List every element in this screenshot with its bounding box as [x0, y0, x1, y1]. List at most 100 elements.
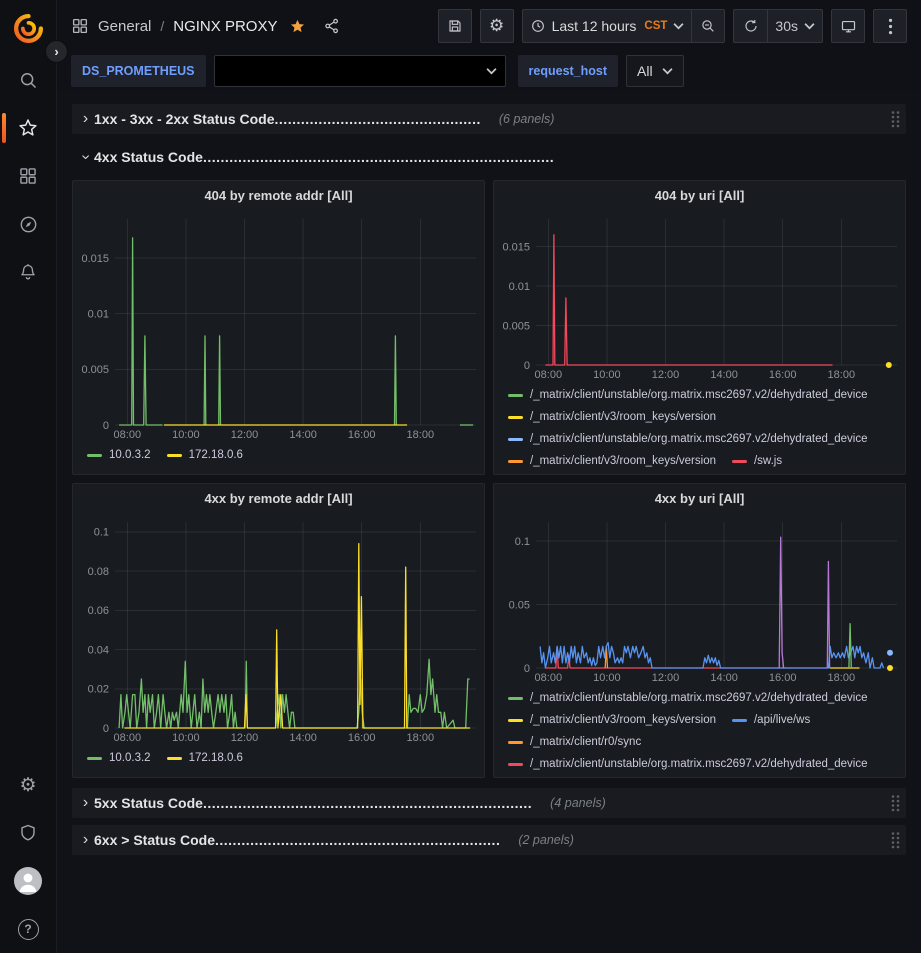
- variable-label-request-host: request_host: [518, 55, 619, 87]
- row-header-6xx[interactable]: › 6xx > Status Code ....................…: [72, 825, 906, 855]
- svg-text:0.08: 0.08: [88, 566, 109, 578]
- sidebar-item-configuration[interactable]: ⚙: [0, 761, 56, 809]
- legend-item[interactable]: /api/live/ws: [732, 709, 810, 731]
- sidebar-item-server-admin[interactable]: [0, 809, 56, 857]
- svg-text:16:00: 16:00: [769, 672, 797, 684]
- panel-4xx-by-remote-addr: 4xx by remote addr [All] 08:0010:0012:00…: [72, 483, 485, 778]
- clock-icon: [530, 18, 546, 34]
- panel-legend: 10.0.3.2 172.18.0.6: [73, 745, 484, 777]
- time-series-chart[interactable]: 08:0010:0012:0014:0016:0018:0000.0050.01…: [73, 209, 484, 442]
- timezone-label: CST: [644, 20, 667, 32]
- side-menu: ⚙ ?: [0, 0, 57, 953]
- variable-value-text: All: [637, 63, 653, 79]
- panel-title[interactable]: 4xx by remote addr [All]: [73, 484, 484, 512]
- row-panel-count: (4 panels): [550, 796, 606, 810]
- sidebar-item-search[interactable]: [0, 56, 56, 104]
- row-drag-handle[interactable]: [890, 831, 901, 849]
- svg-text:16:00: 16:00: [348, 429, 376, 441]
- chevron-down-icon: ›: [77, 149, 95, 166]
- row-header-5xx[interactable]: › 5xx Status Code ......................…: [72, 788, 906, 818]
- panel-title[interactable]: 4xx by uri [All]: [494, 484, 905, 512]
- time-range-picker[interactable]: Last 12 hours CST: [522, 9, 692, 43]
- legend-swatch: [508, 763, 523, 766]
- save-dashboard-button[interactable]: [438, 9, 472, 43]
- legend-swatch: [87, 454, 102, 457]
- panel-title[interactable]: 404 by uri [All]: [494, 181, 905, 209]
- legend-item[interactable]: /_matrix/client/v3/room_keys/version: [508, 450, 716, 472]
- chevron-down-icon: [662, 67, 673, 75]
- sidebar-item-help[interactable]: ?: [0, 905, 56, 953]
- legend-item[interactable]: 172.18.0.6: [167, 747, 243, 769]
- sidebar-item-starred[interactable]: [0, 104, 56, 152]
- legend-item[interactable]: 172.18.0.6: [167, 444, 243, 466]
- svg-text:12:00: 12:00: [231, 732, 259, 744]
- tv-mode-button[interactable]: [831, 9, 865, 43]
- chevron-right-icon: ›: [77, 794, 94, 812]
- variable-value-request-host[interactable]: All: [626, 55, 684, 87]
- legend-item[interactable]: 10.0.3.2: [87, 747, 151, 769]
- chevron-down-icon: [486, 67, 497, 75]
- row-panel-count: (2 panels): [518, 833, 574, 847]
- legend-item[interactable]: /_matrix/client/unstable/org.matrix.msc2…: [508, 753, 868, 775]
- legend-item[interactable]: /_matrix/client/v3/room_keys/version: [508, 406, 716, 428]
- shield-icon: [18, 823, 38, 843]
- legend-item[interactable]: 10.0.3.2: [87, 444, 151, 466]
- refresh-button[interactable]: [733, 9, 767, 43]
- svg-text:0.015: 0.015: [502, 241, 530, 253]
- legend-item[interactable]: /_matrix/client/unstable/org.matrix.msc2…: [508, 428, 868, 450]
- sidebar-item-profile[interactable]: [0, 857, 56, 905]
- row-title-dots: ........................................…: [215, 832, 500, 848]
- dashboard-body: › 1xx - 3xx - 2xx Status Code ..........…: [57, 90, 921, 855]
- refresh-interval-select[interactable]: 30s: [767, 9, 823, 43]
- chevron-down-icon: [673, 22, 684, 30]
- favorite-star-icon[interactable]: [289, 18, 306, 35]
- legend-label: /sw.js: [754, 455, 782, 467]
- legend-item[interactable]: /_matrix/client/unstable/org.matrix.msc2…: [508, 384, 868, 406]
- page-title[interactable]: NGINX PROXY: [173, 18, 277, 35]
- legend-label: /_matrix/client/unstable/org.matrix.msc2…: [530, 692, 868, 704]
- chevron-right-icon: ›: [77, 831, 94, 849]
- row-title-dots: ........................................…: [275, 111, 481, 127]
- svg-text:0.1: 0.1: [515, 536, 530, 548]
- panel-404-by-remote-addr: 404 by remote addr [All] 08:0010:0012:00…: [72, 180, 485, 475]
- sidebar-item-alerting[interactable]: [0, 248, 56, 296]
- chevron-down-icon: [804, 22, 815, 30]
- dashboard-settings-button[interactable]: ⚙: [480, 9, 514, 43]
- svg-text:0.04: 0.04: [88, 644, 109, 656]
- sidebar-item-explore[interactable]: [0, 200, 56, 248]
- refresh-icon: [743, 18, 759, 34]
- zoom-out-time-button[interactable]: [691, 9, 725, 43]
- help-icon: ?: [18, 919, 39, 940]
- panel-title[interactable]: 404 by remote addr [All]: [73, 181, 484, 209]
- row-drag-handle[interactable]: [890, 794, 901, 812]
- svg-text:14:00: 14:00: [710, 672, 738, 684]
- variable-value-ds-prometheus[interactable]: [214, 55, 506, 87]
- svg-text:10:00: 10:00: [593, 369, 621, 381]
- svg-text:14:00: 14:00: [289, 429, 317, 441]
- kebab-menu-button[interactable]: [873, 9, 907, 43]
- time-range-label: Last 12 hours: [552, 18, 637, 34]
- sidebar-item-dashboards[interactable]: [0, 152, 56, 200]
- panel-legend: /_matrix/client/unstable/org.matrix.msc2…: [494, 685, 905, 777]
- svg-text:0.01: 0.01: [509, 281, 530, 293]
- legend-label: /_matrix/client/v3/room_keys/version: [530, 714, 716, 726]
- row-drag-handle[interactable]: [890, 110, 901, 128]
- dashboards-grid-icon[interactable]: [71, 17, 89, 35]
- legend-label: /_matrix/client/r0/sync: [530, 736, 641, 748]
- time-series-chart[interactable]: 08:0010:0012:0014:0016:0018:0000.0050.01…: [494, 209, 905, 382]
- sidebar-expand-button[interactable]: ›: [45, 40, 68, 63]
- row-title: 4xx Status Code: [94, 149, 203, 165]
- legend-item[interactable]: /_matrix/client/r0/sync: [508, 731, 641, 753]
- breadcrumb-section[interactable]: General: [98, 18, 151, 35]
- legend-item[interactable]: /_matrix/client/v3/room_keys/version: [508, 709, 716, 731]
- time-series-chart[interactable]: 08:0010:0012:0014:0016:0018:0000.020.040…: [73, 512, 484, 745]
- panel-grid: 404 by remote addr [All] 08:0010:0012:00…: [72, 180, 906, 778]
- legend-item[interactable]: /_matrix/client/unstable/org.matrix.msc2…: [508, 687, 868, 709]
- row-header-1xx-3xx-2xx[interactable]: › 1xx - 3xx - 2xx Status Code ..........…: [72, 104, 906, 134]
- share-icon[interactable]: [323, 17, 341, 35]
- svg-text:14:00: 14:00: [289, 732, 317, 744]
- row-header-4xx[interactable]: › 4xx Status Code ......................…: [72, 142, 906, 172]
- time-series-chart[interactable]: 08:0010:0012:0014:0016:0018:0000.050.1: [494, 512, 905, 685]
- legend-label: /_matrix/client/unstable/org.matrix.msc2…: [530, 758, 868, 770]
- legend-item[interactable]: /sw.js: [732, 450, 782, 472]
